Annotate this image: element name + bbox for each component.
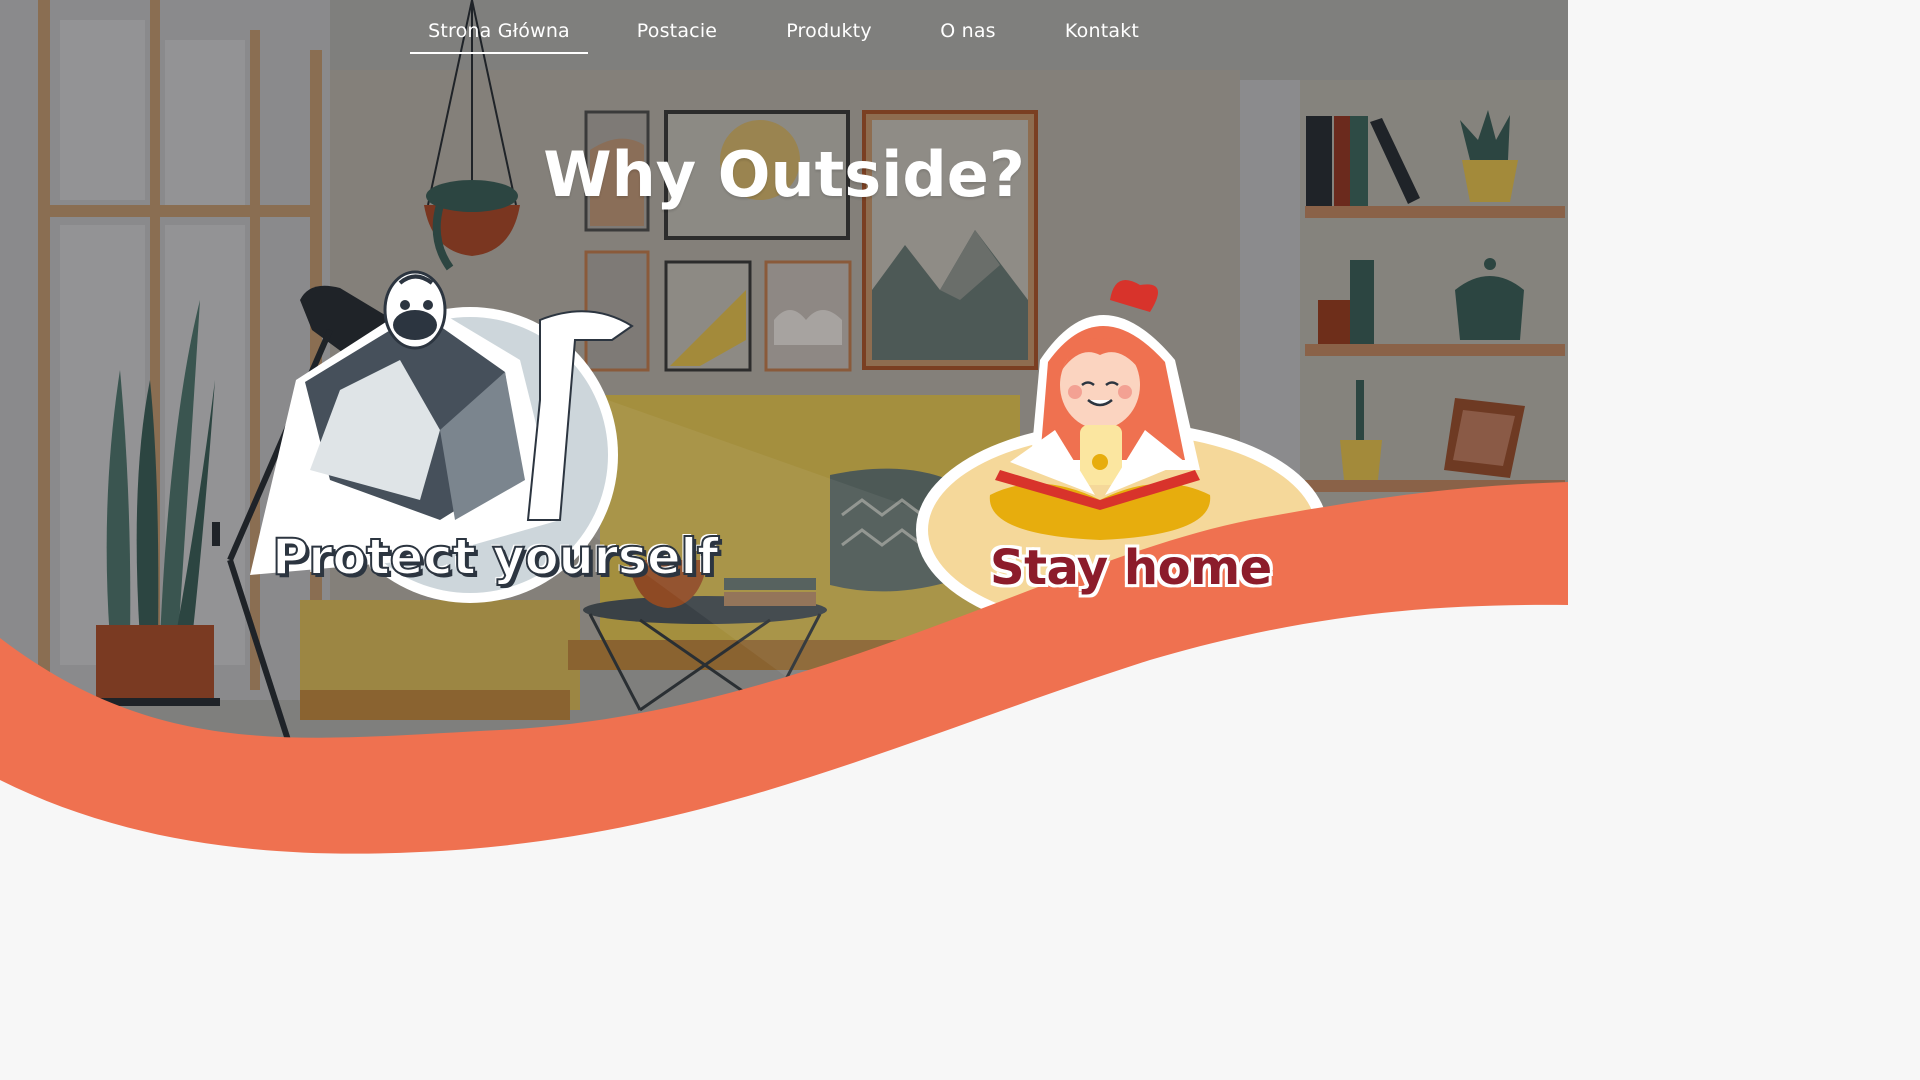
main-nav: Strona Główna Postacie Produkty O nas Ko… (0, 0, 1568, 60)
protect-yourself-label: Protect yourself (271, 527, 720, 587)
nav-products[interactable]: Produkty (780, 20, 878, 54)
hero-background (0, 0, 1568, 882)
nav-about[interactable]: O nas (930, 20, 1006, 54)
nav-characters[interactable]: Postacie (628, 20, 726, 54)
nav-home[interactable]: Strona Główna (410, 20, 588, 54)
hero-title: Why Outside? (543, 138, 1025, 211)
nav-contact[interactable]: Kontakt (1056, 20, 1148, 54)
stay-home-label: Stay home (990, 540, 1272, 596)
